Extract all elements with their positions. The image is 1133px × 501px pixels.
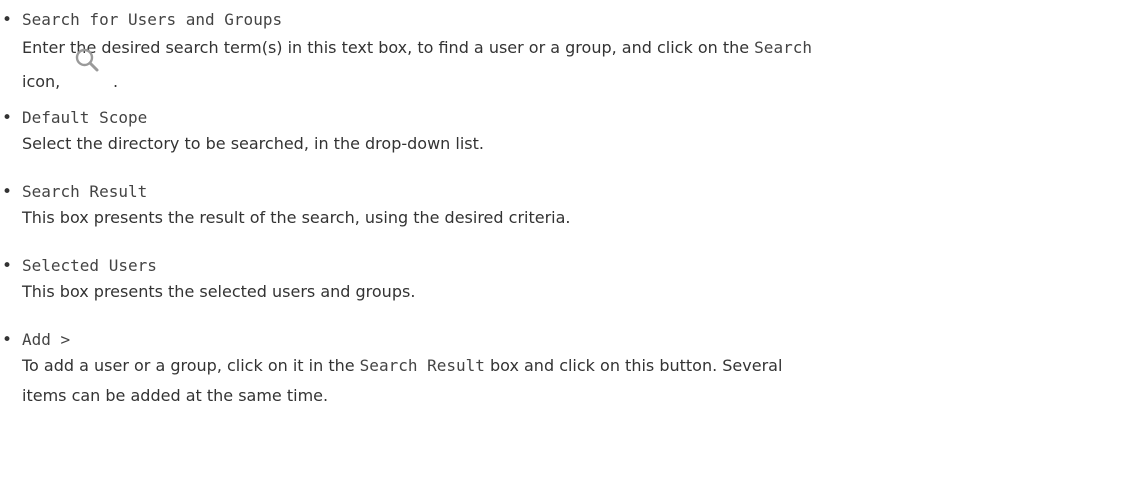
bullet: •	[2, 256, 13, 276]
item-term: Add >	[22, 330, 71, 349]
bullet: •	[2, 108, 13, 128]
description-text: box and click on this button. Several	[484, 356, 783, 375]
description-line: items can be added at the same time.	[22, 381, 1130, 411]
item-term: Default Scope	[22, 108, 148, 127]
description-text: Enter the desired search term(s) in this…	[22, 38, 755, 57]
bullet: •	[2, 10, 13, 30]
item-description: To add a user or a group, click on it in…	[22, 351, 1130, 411]
description-line: To add a user or a group, click on it in…	[22, 351, 1130, 381]
description-text: This box presents the result of the sear…	[22, 208, 571, 227]
description-text: icon,	[22, 72, 61, 91]
item-description: This box presents the result of the sear…	[22, 203, 1130, 233]
item-description: Select the directory to be searched, in …	[22, 129, 1130, 159]
document: • Search for Users and Groups Enter the …	[0, 0, 1133, 501]
description-text: Select the directory to be searched, in …	[22, 134, 484, 153]
inline-code: Search Result	[359, 356, 485, 375]
description-text: To add a user or a group, click on it in…	[22, 356, 360, 375]
description-line: icon, .	[22, 48, 1130, 101]
item-term: Selected Users	[22, 256, 157, 275]
item-term: Search for Users and Groups	[22, 10, 283, 29]
description-text: items can be added at the same time.	[22, 386, 329, 405]
description-line: Enter the desired search term(s) in this…	[22, 33, 1130, 63]
item-term: Search Result	[22, 182, 148, 201]
item-description: Enter the desired search term(s) in this…	[22, 33, 1130, 101]
description-text: .	[113, 72, 119, 91]
bullet: •	[2, 182, 13, 202]
item-description: This box presents the selected users and…	[22, 277, 1130, 307]
inline-code: Search	[754, 38, 812, 57]
bullet: •	[2, 330, 13, 350]
description-text: This box presents the selected users and…	[22, 282, 416, 301]
search-icon	[75, 48, 99, 72]
